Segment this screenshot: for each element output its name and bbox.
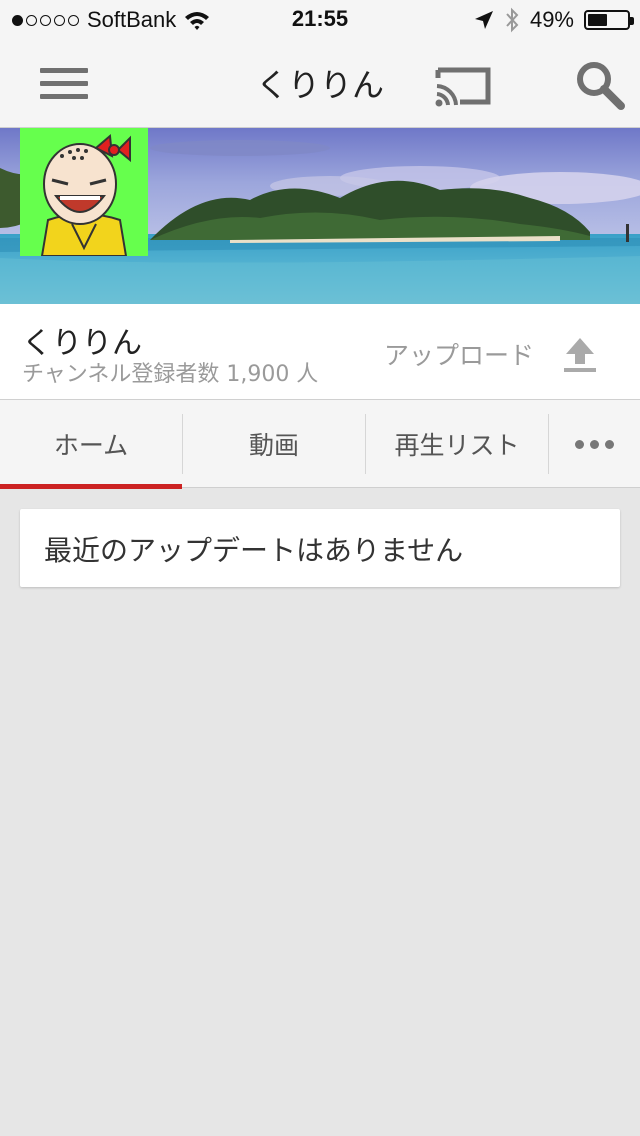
tab-home[interactable]: ホーム	[0, 400, 182, 488]
battery-nub	[630, 17, 634, 25]
status-bar: SoftBank 21:55 49%	[0, 0, 640, 40]
status-right: 49%	[474, 6, 634, 34]
channel-tabs: ホーム 動画 再生リスト	[0, 400, 640, 488]
search-icon[interactable]	[574, 60, 626, 110]
battery-percent: 49%	[529, 7, 574, 32]
avatar-image	[20, 128, 148, 256]
tab-label: 再生リスト	[394, 431, 520, 460]
tab-videos[interactable]: 動画	[183, 400, 365, 488]
app-title: くりりん	[255, 66, 384, 104]
empty-feed-card: 最近のアップデートはありません	[20, 509, 620, 587]
channel-info: くりりん チャンネル登録者数 1,900 人 アップロード	[0, 304, 640, 400]
upload-icon[interactable]	[562, 334, 598, 374]
more-horizontal-icon[interactable]	[549, 400, 640, 488]
battery-fill	[588, 14, 607, 26]
upload-button[interactable]: アップロード	[384, 336, 534, 372]
subscriber-count: チャンネル登録者数 1,900 人	[22, 362, 319, 387]
empty-feed-message: 最近のアップデートはありません	[44, 534, 464, 567]
channel-avatar[interactable]	[20, 128, 148, 256]
active-tab-indicator	[0, 484, 182, 489]
cast-icon[interactable]	[434, 64, 492, 108]
location-arrow-icon	[474, 11, 493, 29]
tab-label: 動画	[248, 431, 299, 460]
app-bar: くりりん	[0, 40, 640, 128]
menu-icon[interactable]	[40, 68, 88, 104]
tab-label: ホーム	[53, 431, 129, 460]
battery-icon	[584, 10, 634, 30]
bluetooth-icon	[506, 7, 519, 33]
tab-playlists[interactable]: 再生リスト	[366, 400, 548, 488]
